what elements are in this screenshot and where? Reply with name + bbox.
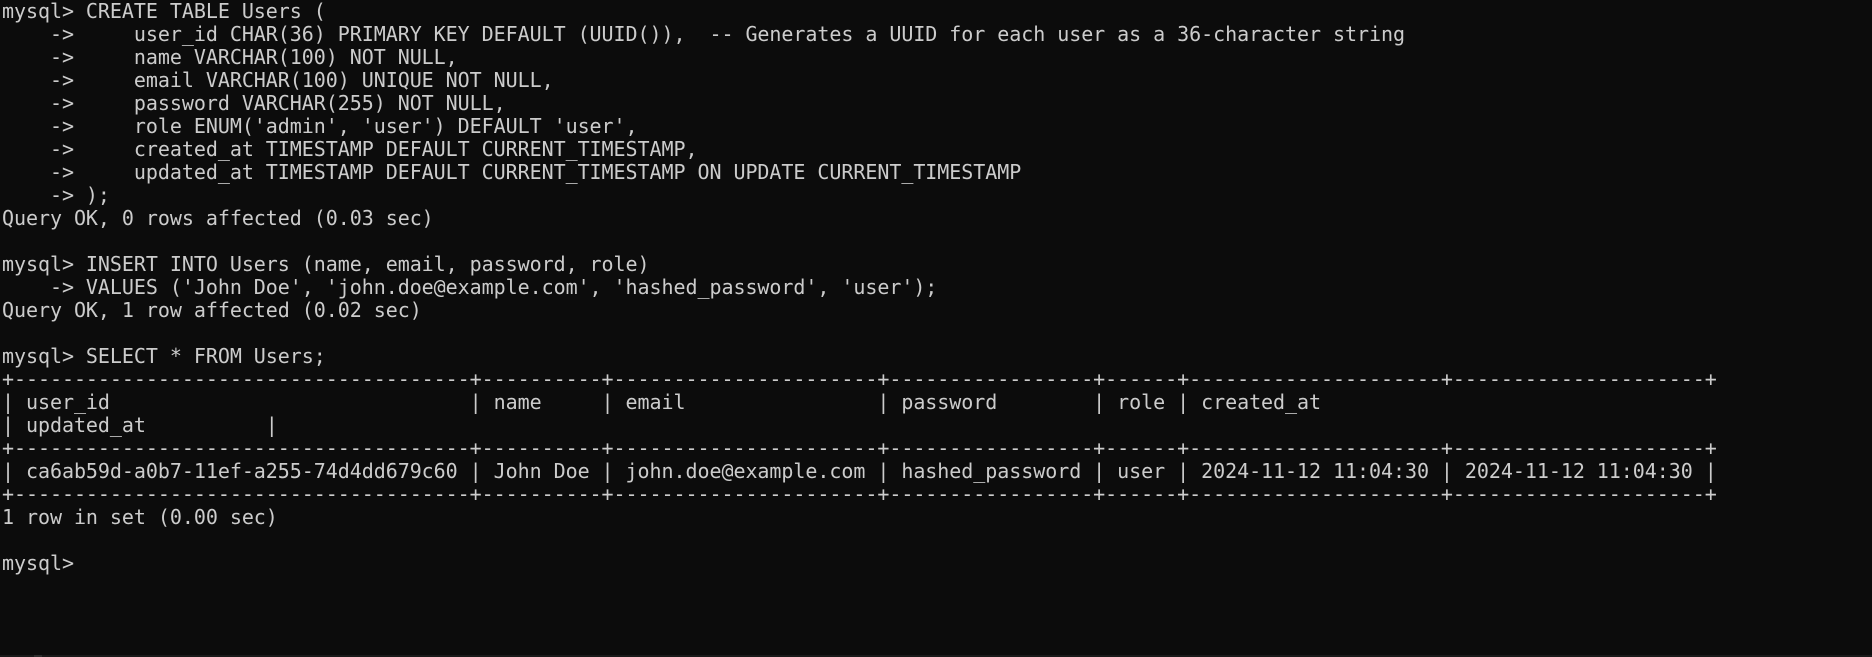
terminal-line: -> VALUES ('John Doe', 'john.doe@example… [2, 275, 938, 299]
query-result-status: Query OK, 0 rows affected (0.03 sec) [2, 206, 434, 230]
terminal-line: mysql> INSERT INTO Users (name, email, p… [2, 252, 650, 276]
terminal-window[interactable]: mysql> CREATE TABLE Users ( -> user_id C… [0, 0, 1872, 657]
terminal-line: mysql> SELECT * FROM Users; [2, 344, 326, 368]
terminal-line: -> user_id CHAR(36) PRIMARY KEY DEFAULT … [2, 22, 1405, 46]
result-table-border: +--------------------------------------+… [2, 367, 1717, 391]
result-table-header: | user_id | name | email | password | ro… [2, 390, 1441, 414]
query-result-status: 1 row in set (0.00 sec) [2, 505, 278, 529]
terminal-output[interactable]: mysql> CREATE TABLE Users ( -> user_id C… [2, 0, 1872, 575]
terminal-line: -> created_at TIMESTAMP DEFAULT CURRENT_… [2, 137, 698, 161]
terminal-line: -> updated_at TIMESTAMP DEFAULT CURRENT_… [2, 160, 1022, 184]
query-result-status: Query OK, 1 row affected (0.02 sec) [2, 298, 422, 322]
terminal-line: -> ); [2, 183, 110, 207]
terminal-line: -> role ENUM('admin', 'user') DEFAULT 'u… [2, 114, 638, 138]
terminal-line: -> password VARCHAR(255) NOT NULL, [2, 91, 506, 115]
result-table-border: +--------------------------------------+… [2, 482, 1717, 506]
terminal-line: -> name VARCHAR(100) NOT NULL, [2, 45, 458, 69]
terminal-line: mysql> CREATE TABLE Users ( [2, 0, 326, 23]
result-table-border: +--------------------------------------+… [2, 436, 1717, 460]
terminal-line: -> email VARCHAR(100) UNIQUE NOT NULL, [2, 68, 554, 92]
mysql-prompt[interactable]: mysql> [2, 552, 1872, 575]
result-table-row: | ca6ab59d-a0b7-11ef-a255-74d4dd679c60 |… [2, 459, 1717, 483]
result-table-header-wrap: | updated_at | [2, 413, 278, 437]
